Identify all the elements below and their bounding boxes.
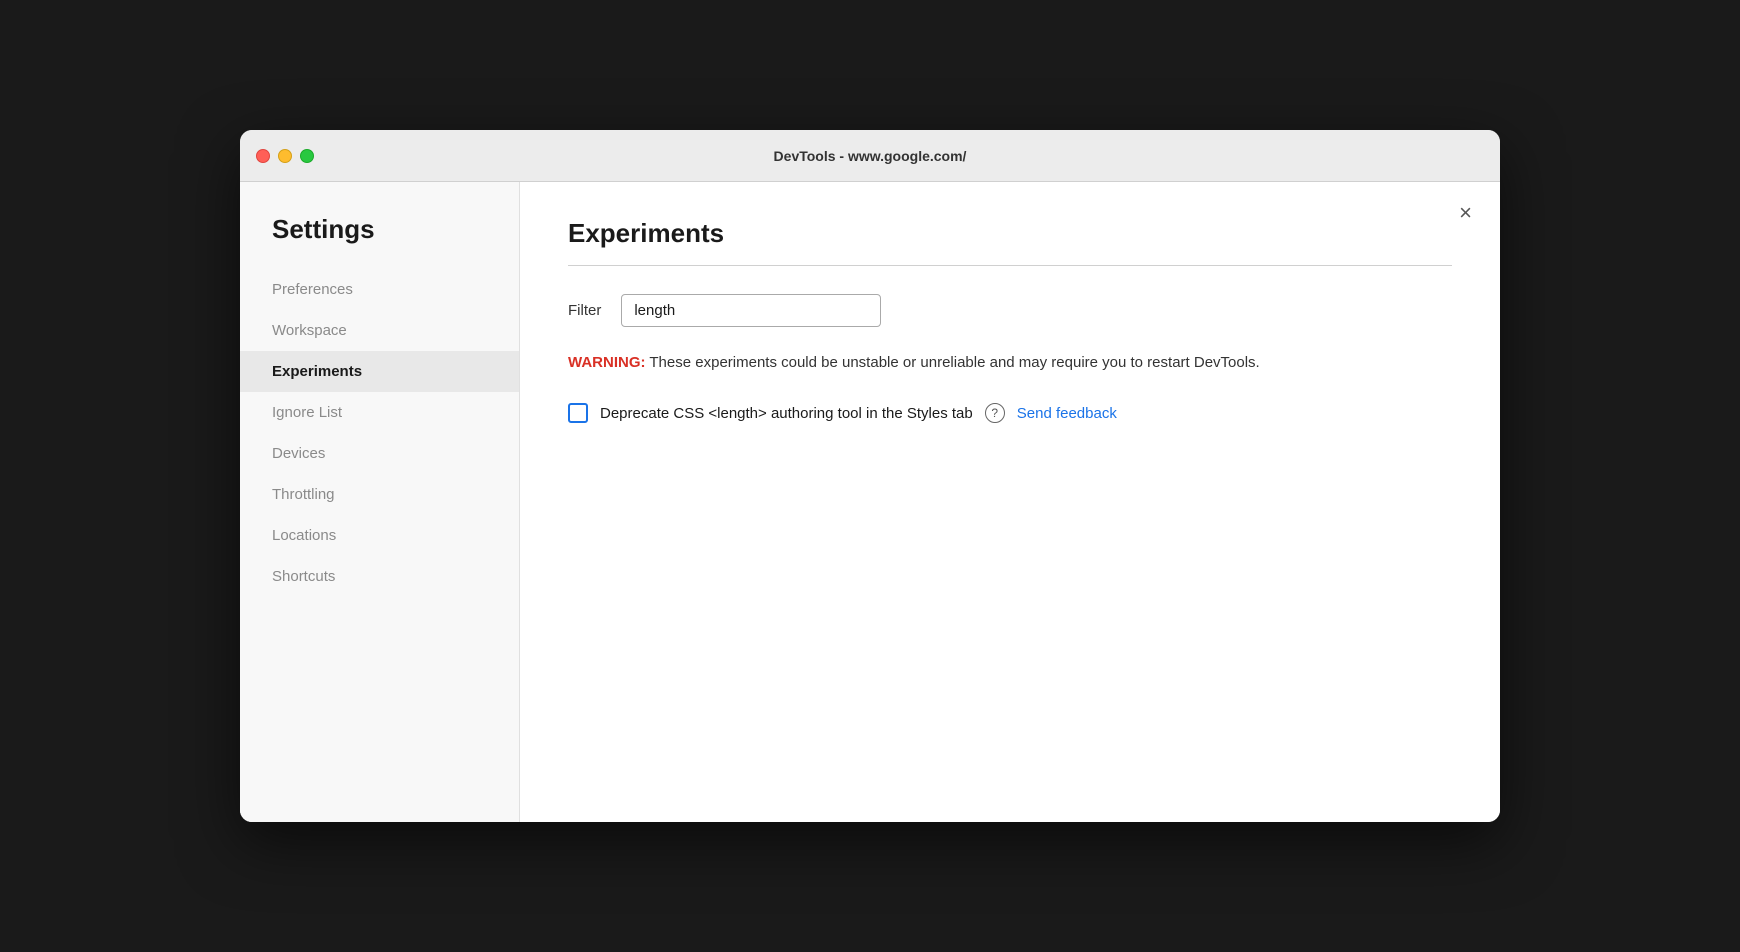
sidebar-item-throttling[interactable]: Throttling: [240, 474, 519, 515]
maximize-traffic-light[interactable]: [300, 149, 314, 163]
close-traffic-light[interactable]: [256, 149, 270, 163]
sidebar-item-experiments[interactable]: Experiments: [240, 351, 519, 392]
content-area: Settings Preferences Workspace Experimen…: [240, 182, 1500, 822]
sidebar: Settings Preferences Workspace Experimen…: [240, 182, 520, 822]
sidebar-item-ignore-list[interactable]: Ignore List: [240, 392, 519, 433]
sidebar-item-locations[interactable]: Locations: [240, 515, 519, 556]
filter-input[interactable]: [621, 294, 881, 327]
sidebar-item-devices[interactable]: Devices: [240, 433, 519, 474]
titlebar: DevTools - www.google.com/: [240, 130, 1500, 182]
sidebar-item-preferences[interactable]: Preferences: [240, 269, 519, 310]
devtools-window: DevTools - www.google.com/ Settings Pref…: [240, 130, 1500, 822]
traffic-lights: [256, 149, 314, 163]
filter-label: Filter: [568, 302, 601, 319]
filter-row: Filter: [568, 294, 1452, 327]
experiment-checkbox[interactable]: [568, 403, 588, 423]
minimize-traffic-light[interactable]: [278, 149, 292, 163]
help-icon[interactable]: ?: [985, 403, 1005, 423]
warning-message: These experiments could be unstable or u…: [646, 354, 1260, 371]
titlebar-title: DevTools - www.google.com/: [774, 148, 967, 164]
sidebar-item-shortcuts[interactable]: Shortcuts: [240, 556, 519, 597]
experiment-label: Deprecate CSS <length> authoring tool in…: [600, 405, 973, 422]
warning-text: WARNING: These experiments could be unst…: [568, 351, 1452, 375]
send-feedback-link[interactable]: Send feedback: [1017, 405, 1117, 422]
warning-keyword: WARNING:: [568, 354, 646, 371]
sidebar-heading: Settings: [240, 214, 519, 269]
sidebar-item-workspace[interactable]: Workspace: [240, 310, 519, 351]
divider: [568, 265, 1452, 266]
panel-title: Experiments: [568, 218, 1452, 249]
close-button[interactable]: ×: [1455, 198, 1476, 228]
main-panel: × Experiments Filter WARNING: These expe…: [520, 182, 1500, 822]
experiment-row: Deprecate CSS <length> authoring tool in…: [568, 403, 1452, 423]
